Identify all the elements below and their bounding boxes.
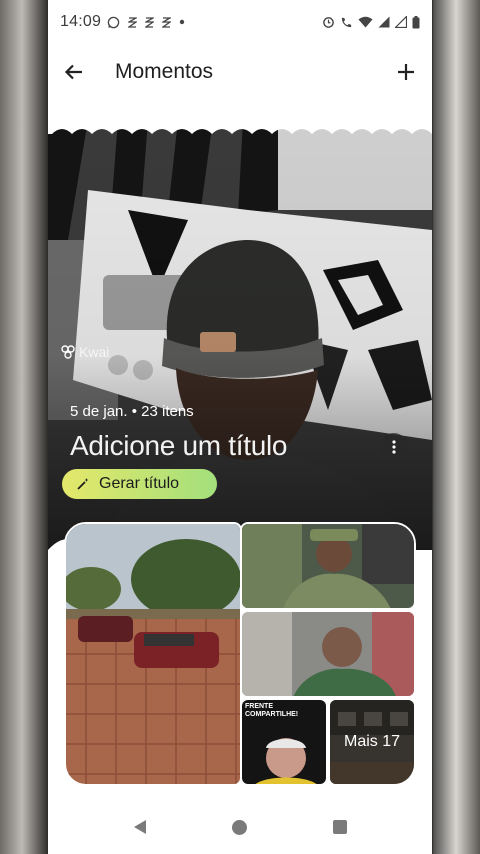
- kwai-logo-icon: [61, 345, 75, 359]
- street-photo: [66, 524, 240, 784]
- add-button[interactable]: [380, 46, 432, 98]
- woman-photo: [242, 612, 414, 696]
- status-left-icons: [107, 16, 185, 29]
- more-options-button[interactable]: [380, 433, 408, 461]
- status-time: 14:09: [60, 13, 102, 30]
- generate-title-button[interactable]: Gerar título: [62, 469, 217, 499]
- hero-cover[interactable]: Kwai 5 de jan. • 23 itens Adicione um tí…: [48, 120, 432, 550]
- photo-tile-3[interactable]: [240, 610, 416, 698]
- photo-tile-main[interactable]: [64, 522, 242, 786]
- status-right-icons: [322, 15, 420, 29]
- nav-home-icon[interactable]: [231, 819, 247, 835]
- alarm-icon: [323, 16, 334, 28]
- generate-title-label: Gerar título: [99, 475, 180, 492]
- photo-tile-4[interactable]: FRENTE COMPARTILHE!: [240, 698, 328, 786]
- add-icon: [398, 64, 414, 80]
- more-photos-tile[interactable]: Mais 17: [328, 698, 416, 786]
- soldier-photo: [242, 524, 414, 608]
- signal-icon: [378, 16, 390, 28]
- arrow-back-icon: [64, 64, 82, 80]
- notification-icon: [162, 16, 172, 28]
- dot-icon: [179, 19, 185, 25]
- signal-icon: [395, 16, 407, 28]
- notification-icon: [128, 16, 138, 28]
- back-button[interactable]: [48, 46, 100, 98]
- moment-date-items: 5 de jan. • 23 itens: [70, 403, 194, 420]
- whatsapp-icon: [107, 16, 120, 28]
- phone-screen: 14:09 Momentos Kwai 5 de jan. • 23 itens…: [48, 0, 432, 854]
- nav-back-icon[interactable]: [133, 820, 146, 834]
- app-bar: Momentos: [48, 44, 432, 100]
- magic-wand-icon: [77, 478, 89, 490]
- status-bar: 14:09: [48, 0, 432, 44]
- more-count-label: Mais 17: [330, 700, 414, 784]
- photo-tile-2[interactable]: [240, 522, 416, 610]
- notification-icon: [145, 16, 155, 28]
- wifi-icon: [358, 16, 373, 28]
- system-nav-bar: [48, 800, 432, 854]
- moment-title-input[interactable]: Adicione um título: [70, 430, 287, 462]
- nav-recents-icon[interactable]: [332, 820, 347, 834]
- tile4-caption: FRENTE COMPARTILHE!: [245, 703, 299, 718]
- photo-grid: FRENTE COMPARTILHE! Mais 17: [48, 520, 432, 790]
- kwai-watermark: Kwai: [60, 344, 109, 360]
- watermark-text: Kwai: [79, 344, 110, 360]
- page-title: Momentos: [115, 60, 214, 83]
- battery-icon: [412, 15, 420, 28]
- more-vert-icon: [392, 440, 396, 454]
- call-icon: [341, 17, 352, 27]
